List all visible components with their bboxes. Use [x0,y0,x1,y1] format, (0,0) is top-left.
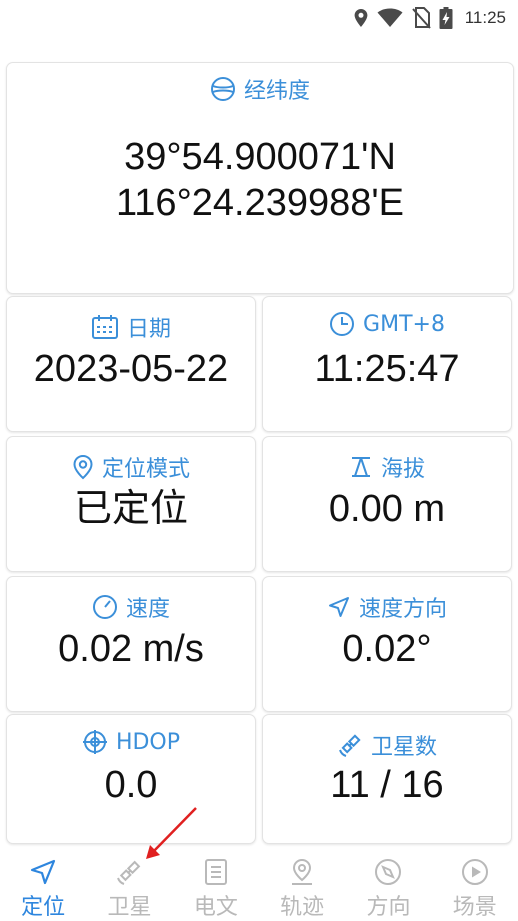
speed-value: 0.02 m/s [58,628,204,670]
satellites-value: 11 / 16 [330,764,444,806]
longitude-value: 116°24.239988'E [115,182,404,224]
speed-direction-card: 速度方向 0.02° [262,576,512,712]
time-title: GMT+8 [263,311,511,337]
date-card: 日期 2023-05-22 [6,296,256,432]
clock-icon [330,312,355,336]
status-bar: 11:25 [0,0,518,36]
globe-icon [210,77,235,101]
crosshair-icon [82,730,107,754]
compass-icon [375,859,402,885]
play-icon [461,859,488,885]
location-status-icon [354,9,368,27]
location-pin-icon [73,454,93,480]
navigation-arrow-icon [31,859,56,885]
speed-label: 速度 [125,597,170,622]
nav-label-messages: 电文 [193,895,238,920]
altitude-value: 0.00 m [328,488,446,530]
nav-label-positioning: 定位 [21,895,66,920]
positioning-mode-label: 定位模式 [101,457,190,482]
nav-item-track[interactable]: 轨迹 [259,850,345,920]
no-sim-icon [411,7,431,29]
satellites-title: 卫星数 [263,729,511,761]
hdop-label: HDOP [115,729,181,755]
altitude-icon [351,457,370,477]
date-value: 2023-05-22 [33,348,229,390]
hdop-title: HDOP [7,729,255,755]
nav-item-positioning[interactable]: 定位 [0,850,86,920]
altitude-card: 海拔 0.00 m [262,436,512,572]
speed-direction-title: 速度方向 [263,591,511,623]
time-value: 11:25:47 [314,348,460,390]
satellite-icon [339,734,361,757]
speed-title: 速度 [7,591,255,623]
speedometer-icon [92,595,117,619]
status-icons: 11:25 [353,6,506,30]
time-card: GMT+8 11:25:47 [262,296,512,432]
altitude-label: 海拔 [380,457,425,482]
nav-item-scene[interactable]: 场景 [432,850,518,920]
nav-label-direction: 方向 [366,895,411,920]
date-label: 日期 [126,317,171,342]
satellites-card: 卫星数 11 / 16 [262,714,512,844]
hdop-value: 0.0 [104,764,158,806]
speed-card: 速度 0.02 m/s [6,576,256,712]
bottom-nav: 定位 卫星 电文 轨迹 方向 场景 [0,850,518,920]
nav-item-direction[interactable]: 方向 [345,850,431,920]
satellites-label: 卫星数 [370,735,437,760]
lat-lon-label: 经纬度 [243,79,310,104]
speed-direction-label: 速度方向 [358,597,447,622]
speed-direction-value: 0.02° [342,628,432,670]
nav-label-scene: 场景 [452,895,497,920]
lat-lon-card: 经纬度 39°54.900071'N 116°24.239988'E [6,62,514,294]
nav-label-satellite: 卫星 [107,895,152,920]
nav-label-track: 轨迹 [280,895,325,920]
positioning-mode-value: 已定位 [73,488,188,530]
hdop-card: HDOP 0.0 [6,714,256,844]
positioning-mode-title: 定位模式 [7,451,255,483]
altitude-title: 海拔 [263,451,511,483]
positioning-mode-card: 定位模式 已定位 [6,436,256,572]
calendar-icon [91,315,118,339]
timezone-label: GMT+8 [363,311,445,337]
date-title: 日期 [7,311,255,343]
lat-lon-title: 经纬度 [7,73,513,105]
latitude-value: 39°54.900071'N [124,136,396,178]
navigation-arrow-icon [328,597,349,617]
document-icon [204,859,227,885]
wifi-icon [377,8,403,27]
location-pin-icon [292,858,313,885]
nav-item-messages[interactable]: 电文 [173,850,259,920]
satellite-icon [117,860,141,885]
battery-charging-icon [439,7,453,29]
nav-item-satellite[interactable]: 卫星 [86,850,172,920]
status-time: 11:25 [464,8,506,27]
